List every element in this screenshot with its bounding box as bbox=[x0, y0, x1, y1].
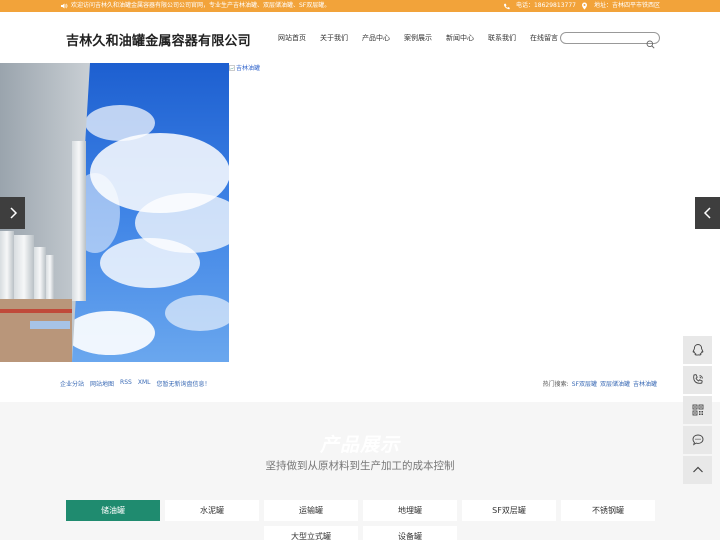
phone-icon bbox=[503, 2, 511, 10]
nav-item-message[interactable]: 在线留言 bbox=[522, 31, 564, 45]
nav-item-news[interactable]: 新闻中心 bbox=[438, 31, 480, 45]
site-header: 吉林久和油罐金属容器有限公司 网站首页 关于我们 产品中心 案例展示 新闻中心 … bbox=[0, 12, 720, 63]
address-text: 地址：吉林四平市铁西区 bbox=[593, 2, 660, 9]
products-section: 产品展示 坚持做到从原材料到生产加工的成本控制 储油罐 水泥罐 运输罐 地埋罐 … bbox=[0, 402, 720, 540]
chevron-up-icon bbox=[692, 466, 703, 473]
nav-item-cases[interactable]: 案例展示 bbox=[396, 31, 438, 45]
hero-banner: 吉林油罐 bbox=[0, 63, 720, 363]
phone-button[interactable] bbox=[683, 366, 712, 394]
phone-number: 18629813777 bbox=[533, 2, 576, 9]
nav-item-contact[interactable]: 联系我们 bbox=[480, 31, 522, 45]
welcome-notice: 欢迎访问吉林久和油罐金属容器有限公司公司官网，专业生产吉林油罐、双层储油罐、SF… bbox=[60, 0, 330, 12]
qrcode-button[interactable] bbox=[683, 396, 712, 424]
link-rss[interactable]: RSS bbox=[120, 379, 132, 388]
search-box bbox=[560, 32, 660, 49]
link-inquiry[interactable]: 您暂无新询盘信息！ bbox=[156, 379, 210, 388]
broken-image-alt: 吉林油罐 bbox=[236, 65, 261, 72]
tab-large-vertical-tank[interactable]: 大型立式罐 bbox=[264, 526, 358, 540]
tab-cement-tank[interactable]: 水泥罐 bbox=[165, 500, 259, 521]
search-icon[interactable] bbox=[646, 34, 655, 49]
link-branch-sites[interactable]: 企业分站 bbox=[60, 379, 84, 388]
chevron-right-icon bbox=[9, 207, 17, 219]
nav-item-home[interactable]: 网站首页 bbox=[270, 31, 312, 45]
qrcode-icon bbox=[692, 404, 703, 416]
qq-icon bbox=[692, 344, 703, 356]
hot-search-label: 热门搜索: bbox=[542, 381, 569, 388]
banner-next-button[interactable] bbox=[695, 197, 720, 229]
tab-transport-tank[interactable]: 运输罐 bbox=[264, 500, 358, 521]
banner-broken-image: 吉林油罐 bbox=[229, 63, 260, 72]
hot-search-item[interactable]: SF双层罐 bbox=[572, 379, 597, 388]
phone-text: 电话：18629813777 bbox=[515, 2, 576, 9]
main-nav: 网站首页 关于我们 产品中心 案例展示 新闻中心 联系我们 在线留言 bbox=[270, 31, 564, 45]
address-value: 吉林四平市铁西区 bbox=[611, 2, 660, 9]
section-title: 产品展示 bbox=[319, 434, 400, 456]
tab-oil-tank[interactable]: 储油罐 bbox=[66, 500, 160, 521]
section-subtitle: 坚持做到从原材料到生产加工的成本控制 bbox=[265, 460, 455, 472]
link-sitemap[interactable]: 网站地图 bbox=[90, 379, 114, 388]
banner-prev-button[interactable] bbox=[0, 197, 25, 229]
top-bar: 欢迎访问吉林久和油罐金属容器有限公司公司官网，专业生产吉林油罐、双层储油罐、SF… bbox=[0, 0, 720, 12]
message-icon bbox=[692, 434, 703, 446]
hot-search: 热门搜索: SF双层罐 双层储油罐 吉林油罐 bbox=[543, 379, 657, 388]
quick-links-bar: 企业分站 网站地图 RSS XML 您暂无新询盘信息！ 热门搜索: SF双层罐 … bbox=[0, 375, 720, 391]
banner-image bbox=[0, 63, 229, 362]
tab-sf-double-tank[interactable]: SF双层罐 bbox=[462, 500, 556, 521]
message-button[interactable] bbox=[683, 426, 712, 454]
nav-item-about[interactable]: 关于我们 bbox=[312, 31, 354, 45]
back-to-top-button[interactable] bbox=[683, 456, 712, 484]
search-input[interactable] bbox=[567, 34, 645, 42]
tab-stainless-tank[interactable]: 不锈钢罐 bbox=[561, 500, 655, 521]
link-xml[interactable]: XML bbox=[138, 379, 151, 388]
chevron-left-icon bbox=[703, 207, 711, 219]
contact-info: 电话：18629813777 地址：吉林四平市铁西区 bbox=[503, 0, 660, 12]
phone-icon bbox=[692, 374, 703, 384]
location-icon bbox=[581, 2, 589, 10]
speaker-icon bbox=[60, 2, 68, 10]
site-links: 企业分站 网站地图 RSS XML 您暂无新询盘信息！ bbox=[60, 379, 210, 388]
hot-search-item[interactable]: 双层储油罐 bbox=[600, 379, 630, 388]
broken-image-icon bbox=[229, 64, 235, 71]
qq-button[interactable] bbox=[683, 336, 712, 364]
tab-buried-tank[interactable]: 地埋罐 bbox=[363, 500, 457, 521]
hot-search-item[interactable]: 吉林油罐 bbox=[633, 379, 657, 388]
company-logo[interactable]: 吉林久和油罐金属容器有限公司 bbox=[66, 30, 251, 49]
tab-equipment-tank[interactable]: 设备罐 bbox=[363, 526, 457, 540]
welcome-text: 欢迎访问吉林久和油罐金属容器有限公司公司官网，专业生产吉林油罐、双层储油罐、SF… bbox=[71, 2, 331, 9]
nav-item-products[interactable]: 产品中心 bbox=[354, 31, 396, 45]
